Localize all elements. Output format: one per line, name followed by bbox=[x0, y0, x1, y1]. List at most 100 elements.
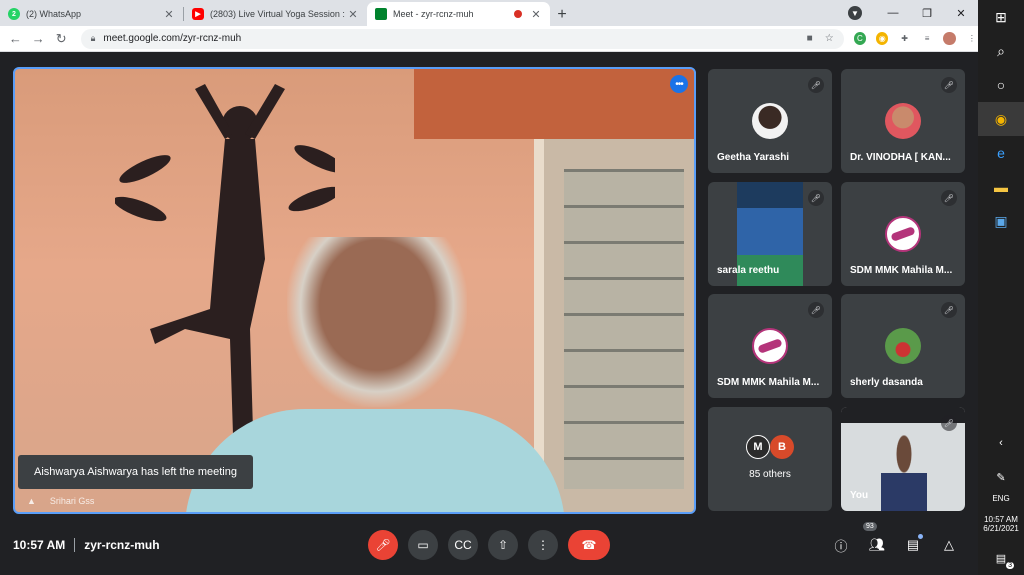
more-options-icon[interactable]: ••• bbox=[670, 75, 688, 93]
whatsapp-icon: 2 bbox=[8, 8, 20, 20]
search-icon[interactable]: ⌕ bbox=[978, 34, 1024, 68]
meet-icon bbox=[375, 8, 387, 20]
participant-tile[interactable]: 🎤︎ sherly dasanda bbox=[841, 294, 965, 398]
avatar bbox=[885, 328, 921, 364]
main-video-tile[interactable]: ••• Aishwarya Aishwarya has left the mee… bbox=[13, 67, 696, 514]
participant-tile[interactable]: 🎤︎ sarala reethu bbox=[708, 182, 832, 286]
speaker-name-tag: ▲ Srihari Gss bbox=[27, 496, 94, 506]
back-icon[interactable]: ← bbox=[4, 31, 27, 46]
leave-call-button[interactable]: ☎ bbox=[568, 530, 610, 560]
video-scene bbox=[414, 69, 694, 139]
pen-icon[interactable]: ✎ bbox=[978, 460, 1024, 494]
address-bar[interactable]: 🔒︎ meet.google.com/zyr-rcnz-muh ■ ☆ bbox=[80, 28, 844, 49]
lock-icon[interactable]: 🔒︎ bbox=[91, 33, 96, 44]
window-controls: ▼ — ❐ ✕ bbox=[848, 0, 978, 26]
video-scene bbox=[564, 169, 684, 489]
new-tab-icon[interactable]: + bbox=[550, 6, 574, 24]
notifications-icon[interactable]: ▤ 3 bbox=[978, 541, 1024, 575]
edge-icon[interactable]: e bbox=[978, 136, 1024, 170]
restore-icon[interactable]: ❐ bbox=[910, 7, 944, 20]
participant-tile[interactable]: 🎤︎ Geetha Yarashi bbox=[708, 69, 832, 173]
extension-icon[interactable]: C bbox=[853, 32, 867, 45]
unread-dot bbox=[918, 534, 923, 539]
mic-toggle-button[interactable]: 🎤︎ bbox=[368, 530, 398, 560]
self-tile[interactable]: 🎤︎ You bbox=[841, 407, 965, 511]
avatar bbox=[885, 216, 921, 252]
video-scene bbox=[287, 237, 467, 407]
participant-tile[interactable]: 🎤︎ SDM MMK Mahila M... bbox=[841, 182, 965, 286]
windows-start-icon[interactable]: ⊞ bbox=[978, 0, 1024, 34]
windows-taskbar: ⊞ ⌕ ○ ◉ e ▬ ▣ ‹ ✎ ENG 10:57 AM 6/21/2021… bbox=[978, 0, 1024, 575]
people-icon[interactable]: 👥︎ 93 bbox=[863, 522, 888, 556]
media-control-icon[interactable]: ≡ bbox=[920, 32, 934, 45]
avatar: B bbox=[770, 435, 794, 459]
taskbar-time[interactable]: 10:57 AM bbox=[984, 515, 1018, 524]
close-icon[interactable]: ✕ bbox=[347, 8, 359, 21]
side-controls: ⓘ 👥︎ 93 ▤ △ bbox=[816, 522, 960, 556]
pin-icon: ▲ bbox=[27, 496, 36, 506]
tab-youtube[interactable]: ▶ (2803) Live Virtual Yoga Session : ✕ bbox=[184, 2, 367, 26]
participant-name: SDM MMK Mahila M... bbox=[717, 377, 820, 388]
meeting-controls-bar: 10:57 AM zyr-rcnz-muh 🎤︎ ▭ CC ⇧ ⋮ ☎ ⓘ 👥︎… bbox=[0, 520, 978, 575]
others-avatars: M B bbox=[746, 435, 794, 459]
captions-button[interactable]: CC bbox=[448, 530, 478, 560]
activities-icon[interactable]: △ bbox=[938, 534, 960, 556]
mic-off-icon: 🎤︎ bbox=[941, 302, 957, 318]
notification-toast: Aishwarya Aishwarya has left the meeting bbox=[18, 455, 253, 489]
present-screen-button[interactable]: ⇧ bbox=[488, 530, 518, 560]
participant-tile[interactable]: 🎤︎ SDM MMK Mahila M... bbox=[708, 294, 832, 398]
chat-icon[interactable]: ▤ bbox=[902, 534, 924, 556]
participant-tile[interactable]: 🎤︎ Dr. VINODHA [ KAN... bbox=[841, 69, 965, 173]
avatar bbox=[752, 328, 788, 364]
close-window-icon[interactable]: ✕ bbox=[944, 7, 978, 20]
chrome-icon[interactable]: ◉ bbox=[978, 102, 1024, 136]
tab-title: Meet - zyr-rcnz-muh bbox=[393, 9, 474, 19]
camera-icon[interactable]: ■ bbox=[807, 33, 813, 44]
menu-icon[interactable]: ⋮ bbox=[965, 32, 979, 45]
clock-text: 10:57 AM bbox=[13, 538, 66, 552]
bookmark-star-icon[interactable]: ☆ bbox=[825, 33, 834, 44]
url-text: meet.google.com/zyr-rcnz-muh bbox=[103, 33, 242, 44]
others-tile[interactable]: M B 85 others bbox=[708, 407, 832, 511]
meeting-details-icon[interactable]: ⓘ bbox=[830, 534, 852, 556]
people-count-badge: 93 bbox=[863, 522, 877, 531]
mic-off-icon: 🎤︎ bbox=[941, 190, 957, 206]
browser-tab-strip: 2 (2) WhatsApp ✕ ▶ (2803) Live Virtual Y… bbox=[0, 0, 978, 26]
profile-avatar[interactable] bbox=[943, 32, 956, 45]
self-name: You bbox=[850, 490, 869, 501]
close-icon[interactable]: ✕ bbox=[530, 8, 542, 21]
camera-toggle-button[interactable]: ▭ bbox=[408, 530, 438, 560]
tab-title: (2803) Live Virtual Yoga Session : bbox=[210, 9, 345, 19]
avatar bbox=[885, 103, 921, 139]
taskbar-date[interactable]: 6/21/2021 bbox=[983, 524, 1019, 533]
participant-name: Geetha Yarashi bbox=[717, 152, 790, 163]
avatar bbox=[752, 103, 788, 139]
close-icon[interactable]: ✕ bbox=[163, 8, 175, 21]
others-label: 85 others bbox=[749, 469, 791, 480]
more-options-button[interactable]: ⋮ bbox=[528, 530, 558, 560]
tab-search-icon[interactable]: ▼ bbox=[848, 6, 862, 20]
meet-stage: ••• Aishwarya Aishwarya has left the mee… bbox=[0, 53, 978, 575]
participant-name: Dr. VINODHA [ KAN... bbox=[850, 152, 951, 163]
meeting-info: 10:57 AM zyr-rcnz-muh bbox=[13, 538, 160, 552]
tab-whatsapp[interactable]: 2 (2) WhatsApp ✕ bbox=[0, 2, 183, 26]
language-indicator[interactable]: ENG bbox=[992, 494, 1009, 503]
mic-off-icon: 🎤︎ bbox=[941, 415, 957, 431]
tab-meet[interactable]: Meet - zyr-rcnz-muh ✕ bbox=[367, 2, 550, 26]
avatar: M bbox=[746, 435, 770, 459]
chevron-up-icon[interactable]: ‹ bbox=[978, 426, 1024, 460]
reload-icon[interactable]: ↻ bbox=[50, 31, 73, 47]
tab-title: (2) WhatsApp bbox=[26, 9, 82, 19]
photos-icon[interactable]: ▣ bbox=[978, 204, 1024, 238]
mic-off-icon: 🎤︎ bbox=[808, 190, 824, 206]
puzzle-icon[interactable]: ✚ bbox=[898, 32, 911, 45]
meeting-code: zyr-rcnz-muh bbox=[84, 538, 160, 552]
cortana-icon[interactable]: ○ bbox=[978, 68, 1024, 102]
recording-icon bbox=[514, 10, 522, 18]
mic-off-icon: 🎤︎ bbox=[941, 77, 957, 93]
participant-name: sarala reethu bbox=[717, 265, 780, 276]
extension-icon[interactable]: ◉ bbox=[876, 32, 889, 45]
forward-icon[interactable]: → bbox=[27, 31, 50, 46]
file-explorer-icon[interactable]: ▬ bbox=[978, 170, 1024, 204]
minimize-icon[interactable]: — bbox=[876, 7, 910, 19]
